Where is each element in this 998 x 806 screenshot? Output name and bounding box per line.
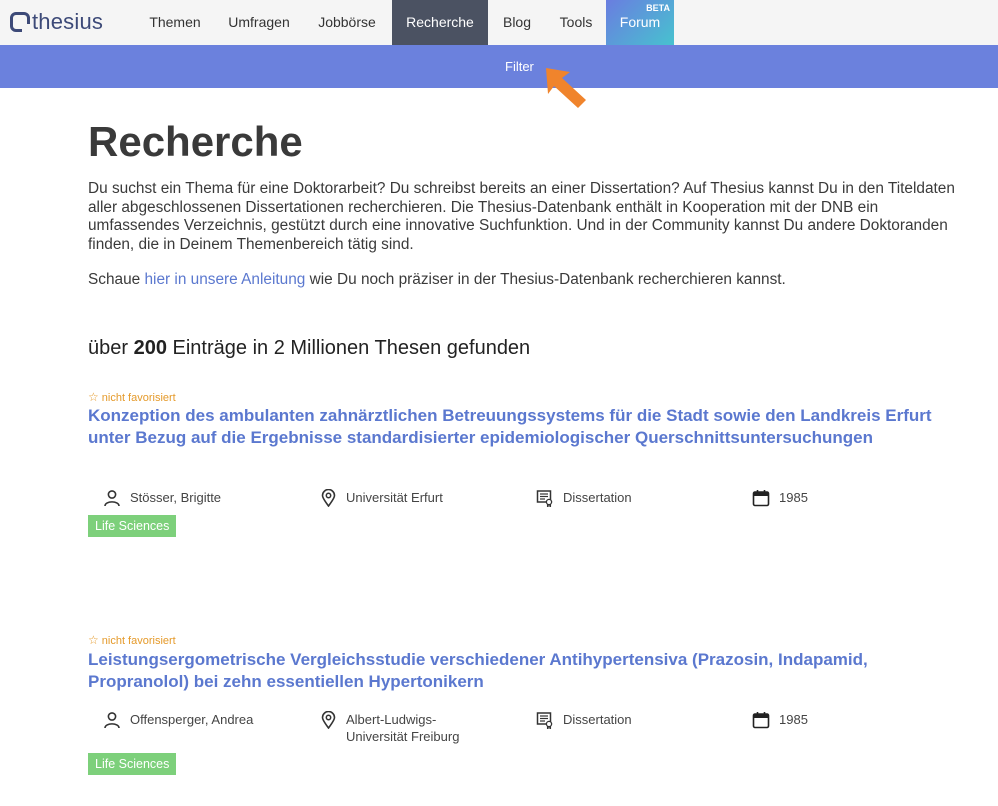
thesis-type: Dissertation <box>563 490 632 505</box>
university-meta: Albert-Ludwigs-Universität Freiburg <box>320 711 480 745</box>
intro-text: Du suchst ein Thema für eine Doktorarbei… <box>88 180 955 253</box>
year-meta: 1985 <box>752 711 808 729</box>
howto-after: wie Du noch präziser in der Thesius-Date… <box>305 271 786 288</box>
results-count: über 200 Einträge in 2 Millionen Thesen … <box>88 337 530 360</box>
count-suffix: Einträge in 2 Millionen Thesen gefunden <box>166 337 531 359</box>
star-icon: ☆ <box>88 390 99 404</box>
howto-before: Schaue <box>88 271 145 288</box>
beta-badge: BETA <box>646 3 670 13</box>
user-icon <box>104 712 120 729</box>
type-meta: Dissertation <box>536 711 632 729</box>
document-icon <box>536 712 553 729</box>
author-meta: Stösser, Brigitte <box>103 489 221 507</box>
university-name[interactable]: Albert-Ludwigs-Universität Freiburg <box>346 711 474 745</box>
thesis-type: Dissertation <box>563 712 632 727</box>
favorite-label: nicht favorisiert <box>101 392 176 404</box>
nav-item-themen[interactable]: Themen <box>134 0 216 45</box>
howto-text: Schaue hier in unsere Anleitung wie Du n… <box>88 271 786 289</box>
page-title: Recherche <box>88 118 303 165</box>
count-prefix: über <box>88 337 134 359</box>
result-title[interactable]: Leistungsergometrische Vergleichsstudie … <box>88 649 938 693</box>
forum-label: Forum <box>619 14 661 30</box>
document-icon <box>536 490 553 507</box>
calendar-icon <box>752 490 770 507</box>
thesis-year: 1985 <box>779 712 808 727</box>
favorite-toggle[interactable]: ☆ nicht favorisiert <box>88 390 176 404</box>
author-meta: Offensperger, Andrea <box>103 711 253 729</box>
result-title[interactable]: Konzeption des ambulanten zahnärztlichen… <box>88 405 938 449</box>
nav-item-blog[interactable]: Blog <box>488 0 546 45</box>
thesius-logo[interactable]: thesius <box>10 7 103 37</box>
nav-item-jobboerse[interactable]: Jobbörse <box>302 0 392 45</box>
year-meta: 1985 <box>752 489 808 507</box>
top-navigation: thesius Themen Umfragen Jobbörse Recherc… <box>0 0 998 45</box>
filter-bar: Filter <box>0 45 998 88</box>
calendar-icon <box>752 712 770 729</box>
favorite-label: nicht favorisiert <box>101 635 176 647</box>
university-name[interactable]: Universität Erfurt <box>346 489 443 506</box>
user-icon <box>104 490 120 507</box>
nav-item-umfragen[interactable]: Umfragen <box>216 0 302 45</box>
logo-text: thesius <box>32 9 104 34</box>
arrow-icon <box>546 68 586 108</box>
guide-link[interactable]: hier in unsere Anleitung <box>144 271 305 288</box>
location-icon <box>321 711 336 729</box>
thesis-year: 1985 <box>779 490 808 505</box>
university-meta: Universität Erfurt <box>320 489 443 507</box>
filter-button[interactable]: Filter <box>505 59 534 74</box>
nav-item-forum[interactable]: Forum BETA <box>606 0 674 45</box>
count-value: 200 <box>133 337 167 359</box>
type-meta: Dissertation <box>536 489 632 507</box>
location-icon <box>321 489 336 507</box>
favorite-toggle[interactable]: ☆ nicht favorisiert <box>88 633 176 647</box>
nav-item-tools[interactable]: Tools <box>546 0 606 45</box>
category-tag[interactable]: Life Sciences <box>88 753 177 775</box>
category-tag[interactable]: Life Sciences <box>88 515 177 537</box>
nav-item-recherche[interactable]: Recherche <box>392 0 488 45</box>
author-name[interactable]: Offensperger, Andrea <box>130 711 253 728</box>
logo-icon <box>10 12 30 32</box>
author-name[interactable]: Stösser, Brigitte <box>130 489 221 506</box>
star-icon: ☆ <box>88 633 99 647</box>
